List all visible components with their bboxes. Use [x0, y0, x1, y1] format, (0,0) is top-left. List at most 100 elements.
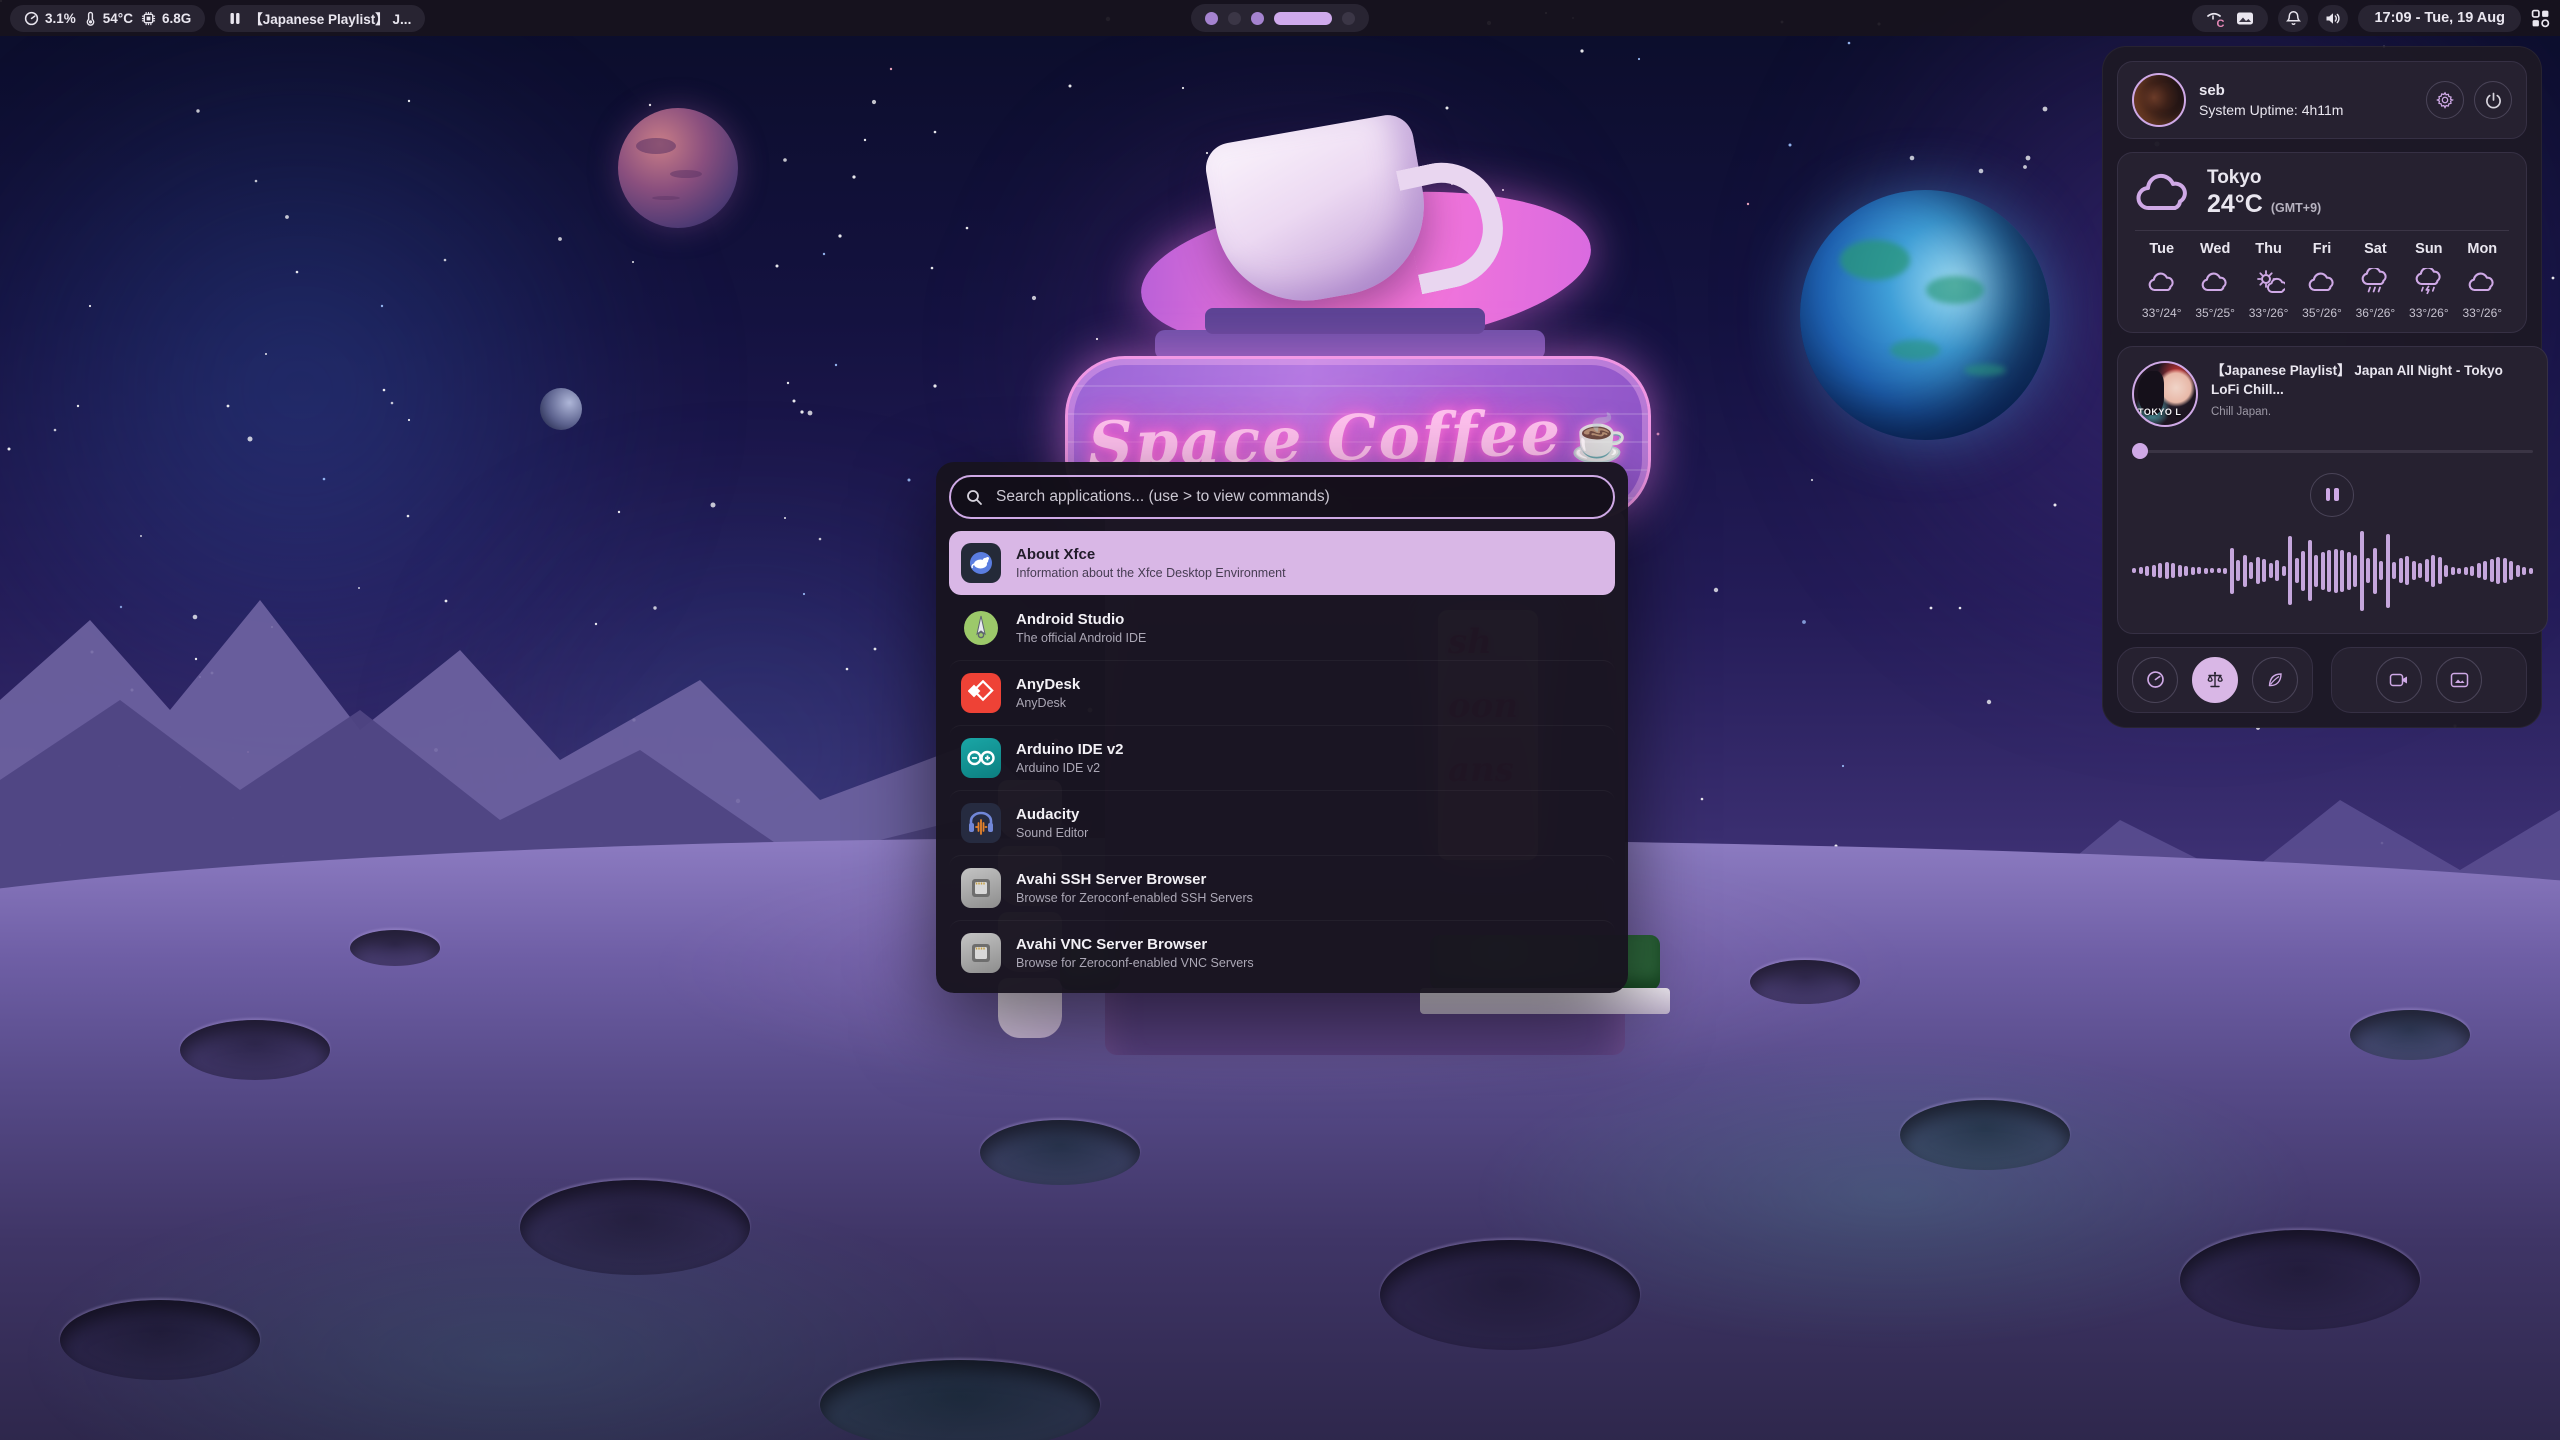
app-desc: Browse for Zeroconf-enabled VNC Servers: [1016, 955, 1254, 971]
workspace-dot-2[interactable]: [1228, 12, 1241, 25]
app-title: Audacity: [1016, 805, 1088, 825]
app-row-android-studio[interactable]: Android Studio The official Android IDE: [949, 595, 1615, 660]
crater: [2180, 1230, 2420, 1330]
network-jack-icon: [961, 868, 1001, 908]
app-desc: Sound Editor: [1016, 825, 1088, 841]
app-title: Avahi VNC Server Browser: [1016, 935, 1254, 955]
now-playing-pill[interactable]: 【Japanese Playlist】 J...: [215, 5, 425, 32]
cpu-temp: 54°C: [84, 11, 133, 26]
crater: [60, 1300, 260, 1380]
sign-base: [1205, 308, 1485, 334]
earth-planet: [1800, 190, 2050, 440]
memory-usage: 6.8G: [141, 11, 191, 26]
app-row-anydesk[interactable]: AnyDesk AnyDesk: [949, 660, 1615, 725]
audio-waveform: [2132, 523, 2533, 619]
top-bar: 3.1% 54°C 6.8G 【Japanese Playlist】 J...: [0, 0, 2560, 36]
volume-icon: [2325, 11, 2341, 26]
weather-card: Tokyo 24°C (GMT+9) Tue 33°/24° Wed: [2117, 152, 2527, 333]
clock-label: 17:09 - Tue, 19 Aug: [2374, 10, 2505, 26]
album-art-label: TOKYO L: [2138, 407, 2181, 417]
cpu-usage: 3.1%: [24, 11, 76, 26]
cloud-icon: [2135, 172, 2193, 214]
power-icon: [2485, 92, 2502, 109]
workspace-switcher[interactable]: [1191, 4, 1369, 32]
anydesk-icon: [961, 673, 1001, 713]
crater: [2350, 1010, 2470, 1060]
pause-icon: [2326, 488, 2331, 501]
workspace-dot-4[interactable]: [1274, 12, 1332, 25]
seek-bar[interactable]: [2132, 443, 2533, 459]
forecast-day: Sat 36°/26°: [2349, 241, 2402, 320]
system-uptime: System Uptime: 4h11m: [2199, 102, 2343, 118]
seek-knob[interactable]: [2132, 443, 2148, 459]
app-row-about-xfce[interactable]: About Xfce Information about the Xfce De…: [949, 531, 1615, 595]
app-desc: Information about the Xfce Desktop Envir…: [1016, 565, 1286, 581]
crater: [980, 1120, 1140, 1185]
app-row-avahi-ssh[interactable]: Avahi SSH Server Browser Browse for Zero…: [949, 855, 1615, 920]
crater: [1380, 1240, 1640, 1350]
arduino-icon: [961, 738, 1001, 778]
user-name: seb: [2199, 82, 2343, 99]
now-playing-label: 【Japanese Playlist】 J...: [249, 8, 411, 28]
avatar[interactable]: [2132, 73, 2186, 127]
thermometer-icon: [84, 11, 97, 26]
album-art[interactable]: TOKYO L: [2132, 361, 2198, 427]
app-row-avahi-vnc[interactable]: Avahi VNC Server Browser Browse for Zero…: [949, 920, 1615, 985]
xfce-mouse-icon: [961, 543, 1001, 583]
cloud-icon: [2200, 271, 2230, 293]
tray-tools-pill[interactable]: C: [2192, 5, 2268, 32]
track-title: 【Japanese Playlist】 Japan All Night - To…: [2211, 361, 2533, 400]
app-row-arduino[interactable]: Arduino IDE v2 Arduino IDE v2: [949, 725, 1615, 790]
clock[interactable]: 17:09 - Tue, 19 Aug: [2358, 5, 2521, 32]
weather-temp: 24°C: [2207, 190, 2263, 219]
chip-icon: [141, 11, 156, 26]
phone-icon[interactable]: C: [2206, 10, 2222, 26]
weather-timezone: (GMT+9): [2271, 201, 2321, 215]
screenshot-icon: [2450, 672, 2469, 688]
cloud-icon: [2307, 271, 2337, 293]
app-desc: AnyDesk: [1016, 695, 1080, 711]
grid-icon[interactable]: [2531, 9, 2550, 28]
speedometer-icon: [24, 11, 39, 26]
app-list: About Xfce Information about the Xfce De…: [949, 531, 1615, 985]
profile-performance-button[interactable]: [2132, 657, 2178, 703]
app-desc: Browse for Zeroconf-enabled SSH Servers: [1016, 890, 1253, 906]
user-card: seb System Uptime: 4h11m: [2117, 61, 2527, 139]
app-title: Avahi SSH Server Browser: [1016, 870, 1253, 890]
workspace-dot-3[interactable]: [1251, 12, 1264, 25]
screen-record-button[interactable]: [2376, 657, 2422, 703]
profile-balanced-button[interactable]: [2192, 657, 2238, 703]
power-profile-group: [2117, 647, 2313, 713]
leaf-icon: [2266, 671, 2284, 689]
app-desc: The official Android IDE: [1016, 630, 1146, 646]
settings-button[interactable]: [2426, 81, 2464, 119]
audacity-icon: [961, 803, 1001, 843]
play-pause-button[interactable]: [2310, 473, 2354, 517]
workspace-dot-5[interactable]: [1342, 12, 1355, 25]
small-moon: [540, 388, 582, 430]
volume-button[interactable]: [2318, 5, 2348, 32]
workspace-dot-1[interactable]: [1205, 12, 1218, 25]
notifications-button[interactable]: [2278, 5, 2308, 32]
search-bar[interactable]: [949, 475, 1615, 519]
app-row-audacity[interactable]: Audacity Sound Editor: [949, 790, 1615, 855]
search-input[interactable]: [994, 487, 1598, 507]
android-studio-icon: [961, 608, 1001, 648]
forecast-day: Wed 35°/25°: [2188, 241, 2241, 320]
pause-icon: [2334, 488, 2339, 501]
track-subtitle: Chill Japan.: [2211, 406, 2533, 418]
screenshot-icon[interactable]: [2236, 11, 2254, 26]
app-title: AnyDesk: [1016, 675, 1080, 695]
crater: [820, 1360, 1100, 1440]
crater: [520, 1180, 750, 1275]
crater: [180, 1020, 330, 1080]
power-button[interactable]: [2474, 81, 2512, 119]
media-player-card: TOKYO L 【Japanese Playlist】 Japan All Ni…: [2117, 346, 2548, 634]
divider: [2135, 230, 2509, 231]
network-jack-icon: [961, 933, 1001, 973]
screenshot-button[interactable]: [2436, 657, 2482, 703]
crater: [1750, 960, 1860, 1004]
profile-powersaver-button[interactable]: [2252, 657, 2298, 703]
pause-icon: [229, 12, 241, 25]
system-stats-pill[interactable]: 3.1% 54°C 6.8G: [10, 5, 205, 32]
